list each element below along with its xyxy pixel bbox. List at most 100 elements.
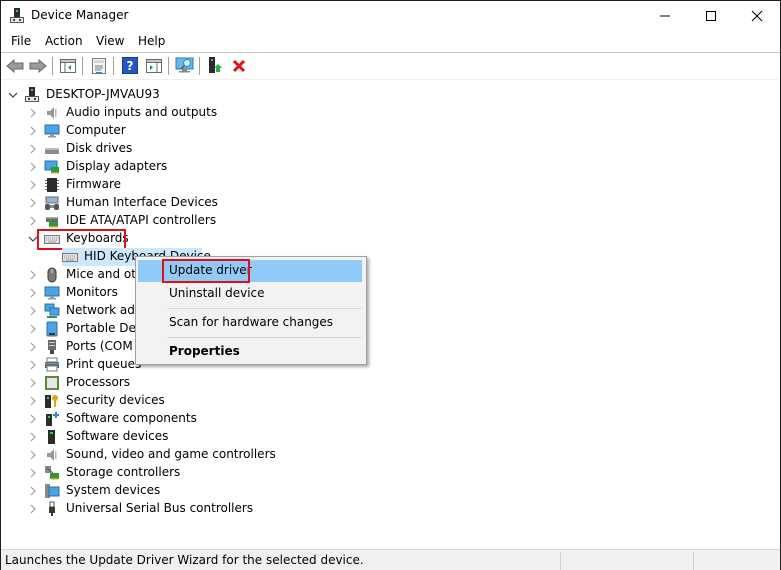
keyboards-highlight-box	[37, 229, 126, 250]
mouse-icon	[47, 267, 57, 283]
processor-icon	[45, 376, 59, 390]
chevron-right-icon[interactable]	[28, 342, 38, 352]
security-key-icon	[45, 395, 58, 408]
printer-icon	[45, 357, 59, 372]
tree-item-software-devices[interactable]: Software devices	[2, 428, 779, 446]
chevron-right-icon[interactable]	[28, 414, 38, 424]
tree-item-display-adapters[interactable]: Display adapters	[2, 158, 779, 176]
context-menu-properties[interactable]: Properties	[138, 341, 362, 363]
back-button[interactable]	[5, 56, 25, 75]
tree-item-processors[interactable]: Processors	[2, 374, 779, 392]
menu-file[interactable]: File	[11, 34, 31, 48]
chevron-right-icon[interactable]	[28, 126, 38, 136]
tree-item-print-queues[interactable]: Print queues	[2, 356, 779, 374]
tree-item-computer[interactable]: Computer	[2, 122, 779, 140]
tree-item-label: System devices	[66, 483, 161, 497]
chevron-down-icon[interactable]	[8, 90, 18, 100]
tree-item-label: Security devices	[66, 393, 165, 407]
chevron-right-icon[interactable]	[28, 144, 38, 154]
tree-item-label: Firmware	[66, 177, 121, 191]
monitor-icon	[44, 286, 60, 300]
tree-item-system-devices[interactable]: System devices	[2, 482, 779, 500]
network-icon	[44, 303, 60, 318]
menu-help[interactable]: Help	[138, 34, 165, 48]
tree-item-human-interface-devices[interactable]: Human Interface Devices	[2, 194, 779, 212]
help-button[interactable]: ?	[120, 56, 140, 75]
tree-item-ide-ata-atapi-controllers[interactable]: IDE ATA/ATAPI controllers	[2, 212, 779, 230]
chevron-right-icon[interactable]	[28, 162, 38, 172]
show-action-pane-button[interactable]	[144, 56, 164, 75]
properties-button[interactable]	[89, 56, 109, 75]
context-menu-item-label: Uninstall device	[169, 286, 265, 300]
tree-item-label: Human Interface Devices	[66, 195, 218, 209]
scan-hardware-button[interactable]	[175, 56, 195, 75]
chevron-right-icon[interactable]	[28, 288, 38, 298]
forward-button[interactable]	[28, 56, 48, 75]
tree-item-security-devices[interactable]: Security devices	[2, 392, 779, 410]
tree-item-audio-inputs-and-outputs[interactable]: Audio inputs and outputs	[2, 104, 779, 122]
chevron-right-icon[interactable]	[28, 486, 38, 496]
tree-item-hid-keyboard-device[interactable]: HID Keyboard Device	[2, 248, 779, 266]
keyboard-icon	[62, 253, 78, 262]
back-arrow-icon	[6, 58, 24, 73]
chevron-right-icon[interactable]	[28, 432, 38, 442]
device-tree[interactable]: DESKTOP-JMVAU93 Audio inputs and outputs C…	[2, 79, 779, 547]
title-bar[interactable]: Device Manager	[1, 1, 780, 31]
tree-item-label: Universal Serial Bus controllers	[66, 501, 254, 515]
show-hide-console-tree-button[interactable]	[58, 56, 78, 75]
svg-text:?: ?	[127, 59, 134, 73]
context-menu-uninstall-device[interactable]: Uninstall device	[138, 283, 362, 305]
tree-item-portable-devices[interactable]: Portable Devices	[2, 320, 779, 338]
tree-item-label: IDE ATA/ATAPI controllers	[66, 213, 217, 227]
software-device-icon	[48, 430, 55, 444]
tree-item-disk-drives[interactable]: Disk drives	[2, 140, 779, 158]
chevron-right-icon[interactable]	[28, 216, 38, 226]
tree-item-universal-serial-bus-controllers[interactable]: Universal Serial Bus controllers	[2, 500, 779, 518]
uninstall-button[interactable]	[229, 56, 249, 75]
update-driver-icon	[209, 56, 222, 73]
menu-action[interactable]: Action	[45, 34, 83, 48]
tree-item-ports-com-lpt[interactable]: Ports (COM & LPT)	[2, 338, 779, 356]
chevron-right-icon[interactable]	[28, 270, 38, 280]
tree-item-label: Storage controllers	[66, 465, 181, 479]
tree-item-mice-and-other-pointing-devices[interactable]: Mice and other pointing devices	[2, 266, 779, 284]
maximize-button[interactable]	[688, 1, 734, 31]
close-button[interactable]	[734, 1, 780, 31]
status-text: Launches the Update Driver Wizard for th…	[5, 553, 364, 567]
tree-item-keyboards[interactable]: Keyboards	[2, 229, 779, 250]
toolbar-separator	[168, 57, 169, 75]
update-driver-button[interactable]	[205, 56, 225, 75]
chevron-right-icon[interactable]	[28, 450, 38, 460]
computer-root-icon	[25, 87, 39, 102]
tree-item-monitors[interactable]: Monitors	[2, 284, 779, 302]
chevron-right-icon[interactable]	[28, 378, 38, 388]
tree-item-label: DESKTOP-JMVAU93	[46, 87, 160, 101]
tree-item-firmware[interactable]: Firmware	[2, 176, 779, 194]
tree-item-network-adapters[interactable]: Network adapters	[2, 302, 779, 320]
chevron-right-icon[interactable]	[28, 180, 38, 190]
minimize-button[interactable]	[642, 1, 688, 31]
menu-view[interactable]: View	[96, 34, 124, 48]
scan-hardware-icon	[175, 57, 194, 73]
chevron-right-icon[interactable]	[28, 306, 38, 316]
storage-controller-icon	[45, 466, 59, 480]
update-driver-highlight-box	[162, 259, 250, 283]
toolbar-separator	[113, 57, 114, 75]
chevron-right-icon[interactable]	[28, 360, 38, 370]
menu-bar: File Action View Help	[1, 31, 780, 53]
chevron-right-icon[interactable]	[28, 108, 38, 118]
tree-root-computer[interactable]: DESKTOP-JMVAU93	[2, 86, 779, 104]
tree-item-label: Display adapters	[66, 159, 168, 173]
chevron-right-icon[interactable]	[28, 396, 38, 406]
device-manager-window: Device Manager File Action View Help ? D…	[0, 0, 781, 570]
tree-item-sound-video-and-game-controllers[interactable]: Sound, video and game controllers	[2, 446, 779, 464]
chevron-right-icon[interactable]	[28, 198, 38, 208]
chevron-right-icon[interactable]	[28, 468, 38, 478]
tree-item-software-components[interactable]: Software components	[2, 410, 779, 428]
show-action-pane-icon	[146, 58, 162, 73]
disk-drive-icon	[45, 148, 59, 154]
chevron-right-icon[interactable]	[28, 324, 38, 334]
context-menu-scan-hardware[interactable]: Scan for hardware changes	[138, 312, 362, 334]
chevron-right-icon[interactable]	[28, 504, 38, 514]
tree-item-storage-controllers[interactable]: Storage controllers	[2, 464, 779, 482]
